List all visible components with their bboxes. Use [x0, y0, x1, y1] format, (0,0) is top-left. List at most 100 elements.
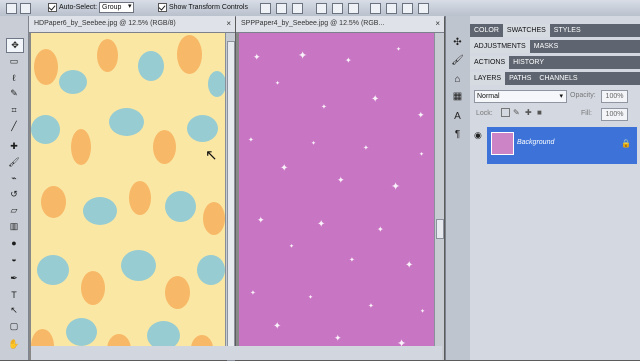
- vertical-scrollbar[interactable]: [434, 33, 444, 360]
- document-tab-spppaper[interactable]: SPPPaper4_by_Seebee.jpg @ 12.5% (RGB... …: [236, 16, 444, 33]
- spp-paper-canvas[interactable]: ✦ ✦ ✦ ✦ ✦ ✦ ✦ ✦ ✦ ✦ ✦ ✦ ✦ ✦ ✦ ✦ ✦ ✦ ✦ ✦ …: [239, 33, 434, 360]
- align-bottom-icon[interactable]: [292, 3, 303, 14]
- tab-styles[interactable]: STYLES: [550, 24, 585, 37]
- align-top-icon[interactable]: [260, 3, 271, 14]
- star-motif: ✦: [368, 303, 374, 310]
- auto-select-checkbox[interactable]: [48, 3, 57, 12]
- brush-presets-icon[interactable]: 🖌: [451, 54, 464, 66]
- eyedropper-tool-icon[interactable]: ╱: [6, 120, 22, 133]
- spot-heal-tool-icon[interactable]: ✚: [6, 140, 22, 153]
- align-right-icon[interactable]: [348, 3, 359, 14]
- tab-actions[interactable]: ACTIONS: [470, 56, 510, 69]
- tool-preset-icon[interactable]: [20, 3, 31, 14]
- distribute-icon[interactable]: [370, 3, 381, 14]
- move-tool-icon[interactable]: ✥: [6, 38, 24, 53]
- tab-paths[interactable]: PATHS: [505, 72, 535, 85]
- type-tool-icon[interactable]: T: [6, 288, 22, 301]
- blur-tool-icon[interactable]: ●: [6, 236, 22, 249]
- mouse-cursor-icon: ↖: [205, 147, 218, 164]
- document-window-spppaper[interactable]: SPPPaper4_by_Seebee.jpg @ 12.5% (RGB... …: [236, 16, 444, 360]
- lock-pixels-icon[interactable]: ✎: [513, 108, 520, 117]
- star-motif: ✦: [298, 50, 308, 62]
- move-tool-icon[interactable]: [6, 3, 17, 14]
- orange-flower-motif: [177, 35, 202, 74]
- tab-layers[interactable]: LAYERS: [470, 72, 506, 85]
- lock-all-icon[interactable]: ■: [537, 108, 542, 117]
- star-motif: ✦: [248, 137, 254, 144]
- tab-swatches[interactable]: SWATCHES: [502, 24, 550, 37]
- gradient-tool-icon[interactable]: ▥: [6, 220, 22, 233]
- crop-tool-icon[interactable]: ⌗: [6, 104, 22, 117]
- close-icon[interactable]: ×: [435, 16, 440, 32]
- scroll-thumb[interactable]: [436, 219, 444, 239]
- align-middle-icon[interactable]: [276, 3, 287, 14]
- close-icon[interactable]: ×: [226, 16, 231, 32]
- tab-channels[interactable]: CHANNELS: [535, 72, 581, 85]
- scroll-thumb[interactable]: [227, 41, 235, 361]
- lock-transparency-icon[interactable]: [501, 108, 510, 117]
- tool-presets-icon[interactable]: ▦: [451, 90, 464, 102]
- orange-flower-motif: [203, 202, 225, 235]
- pen-tool-icon[interactable]: ✒: [6, 272, 22, 285]
- history-icon[interactable]: ✣: [451, 36, 464, 48]
- character-icon[interactable]: A: [451, 110, 464, 122]
- align-center-icon[interactable]: [332, 3, 343, 14]
- lasso-tool-icon[interactable]: ℓ: [6, 71, 22, 84]
- fill-input[interactable]: 100%: [601, 108, 628, 121]
- document-title: SPPPaper4_by_Seebee.jpg @ 12.5% (RGB...: [241, 20, 385, 27]
- stamp-tool-icon[interactable]: ⌁: [6, 172, 22, 185]
- lock-icon: 🔒: [621, 139, 631, 148]
- hd-paper-canvas[interactable]: ↖: [31, 33, 225, 360]
- blend-mode-select[interactable]: Normal ▾: [474, 90, 567, 103]
- tab-color[interactable]: COLOR: [470, 24, 503, 37]
- dodge-tool-icon[interactable]: ◒: [6, 252, 22, 265]
- opacity-input[interactable]: 100%: [601, 90, 628, 103]
- paragraph-icon[interactable]: ¶: [451, 128, 464, 140]
- star-motif: ✦: [345, 56, 352, 65]
- distribute-icon[interactable]: [402, 3, 413, 14]
- path-select-tool-icon[interactable]: ↖: [6, 304, 22, 317]
- star-motif: ✦: [405, 260, 414, 271]
- hand-tool-icon[interactable]: ✋: [6, 338, 22, 351]
- clone-source-icon[interactable]: ⌂: [451, 73, 464, 85]
- star-motif: ✦: [391, 181, 401, 193]
- auto-select-value[interactable]: Group: [99, 2, 135, 13]
- tab-history[interactable]: HISTORY: [509, 56, 548, 69]
- history-brush-tool-icon[interactable]: ↺: [6, 188, 22, 201]
- star-motif: ✦: [289, 244, 295, 250]
- blue-flower-motif: [31, 115, 60, 144]
- marquee-tool-icon[interactable]: ▭: [6, 55, 22, 68]
- adjustments-panel-tabs: ADJUSTMENTS MASKS: [470, 40, 640, 53]
- document-window-hdpaper[interactable]: HDPaper6_by_Seebee.jpg @ 12.5% (RGB/8) ×…: [29, 16, 235, 361]
- auto-select-label: Auto-Select:: [59, 4, 98, 11]
- blue-flower-motif: [208, 71, 225, 97]
- blend-mode-value: Normal: [477, 93, 500, 100]
- layer-row-background[interactable]: Background 🔒: [487, 127, 637, 164]
- tools-panel: ✥ ▭ ℓ ✎ ⌗ ╱ ✚ 🖌 ⌁ ↺ ▱ ▥ ● ◒ ✒ T ↖ ▢ ✋: [0, 16, 29, 360]
- auto-select-dropdown[interactable]: Group: [99, 2, 135, 13]
- show-transform-option[interactable]: Show Transform Controls: [158, 2, 248, 13]
- distribute-icon[interactable]: [386, 3, 397, 14]
- auto-select-option[interactable]: Auto-Select:: [48, 2, 97, 13]
- fill-label: Fill:: [581, 110, 592, 117]
- star-motif: ✦: [280, 163, 289, 174]
- layer-thumbnail: [491, 132, 514, 155]
- align-left-icon[interactable]: [316, 3, 327, 14]
- shape-tool-icon[interactable]: ▢: [6, 320, 22, 333]
- brush-tool-icon[interactable]: 🖌: [6, 156, 22, 169]
- vertical-scrollbar[interactable]: [225, 33, 235, 361]
- eraser-tool-icon[interactable]: ▱: [6, 204, 22, 217]
- orange-flower-motif: [165, 276, 190, 309]
- distribute-icon[interactable]: [418, 3, 429, 14]
- star-motif: ✦: [308, 295, 314, 301]
- star-motif: ✦: [273, 321, 282, 332]
- quick-select-tool-icon[interactable]: ✎: [6, 87, 22, 100]
- visibility-eye-icon[interactable]: ◉: [474, 130, 482, 141]
- star-motif: ✦: [321, 104, 327, 111]
- tab-adjustments[interactable]: ADJUSTMENTS: [470, 40, 530, 53]
- star-motif: ✦: [377, 225, 384, 234]
- lock-position-icon[interactable]: ✚: [525, 108, 532, 117]
- show-transform-checkbox[interactable]: [158, 3, 167, 12]
- tab-masks[interactable]: MASKS: [530, 40, 563, 53]
- document-tab-hdpaper[interactable]: HDPaper6_by_Seebee.jpg @ 12.5% (RGB/8) ×: [29, 16, 235, 33]
